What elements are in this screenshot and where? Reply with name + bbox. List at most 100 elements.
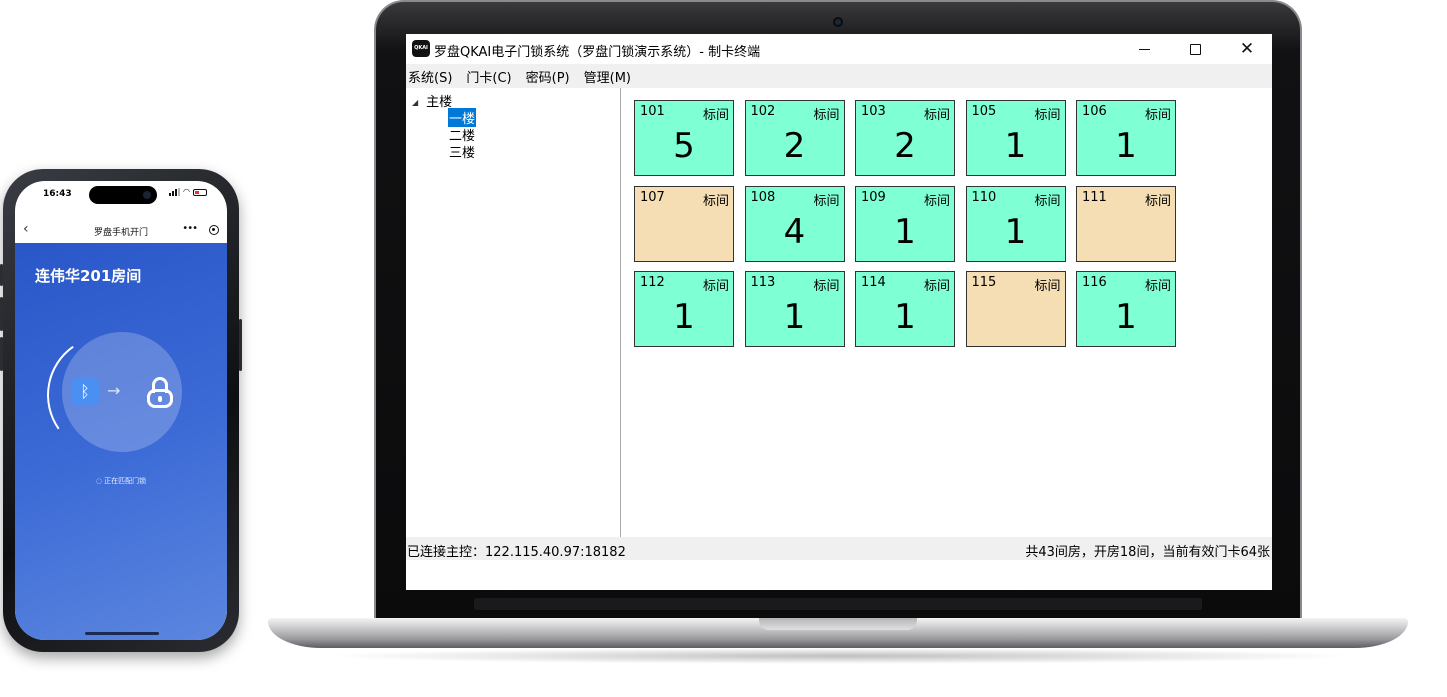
minimize-icon bbox=[1138, 48, 1150, 50]
room-grid: 101 标间 5 102 标间 2 103 标间 2 105 标间 1 106 标间 1 107 标间 108 标间… bbox=[622, 88, 1272, 537]
room-card-count: 1 bbox=[894, 211, 916, 252]
cellular-signal-icon bbox=[169, 188, 181, 196]
room-number: 111 bbox=[1082, 189, 1107, 205]
maximize-icon bbox=[1189, 43, 1201, 55]
room-card-count: 2 bbox=[783, 126, 806, 166]
room-number: 106 bbox=[1082, 104, 1107, 119]
bluetooth-icon: ᛒ bbox=[71, 378, 99, 406]
matching-status: ◌ 正在匹配门锁 bbox=[15, 476, 227, 486]
room-type: 标间 bbox=[813, 279, 840, 294]
arrow-right-icon: → bbox=[107, 381, 121, 400]
room-number: 108 bbox=[750, 189, 776, 205]
room-number: 116 bbox=[1082, 275, 1107, 290]
room-number: 110 bbox=[971, 189, 997, 205]
room-number: 109 bbox=[861, 189, 886, 205]
room-card-count: 1 bbox=[673, 297, 695, 337]
room-number: 105 bbox=[971, 104, 997, 119]
room-number: 102 bbox=[750, 104, 776, 119]
building-tree: ◢ 主楼 一楼 二楼 三楼 bbox=[406, 88, 621, 537]
connection-status: 已连接主控：122.115.40.97:18182 bbox=[407, 545, 626, 560]
expand-triangle-icon[interactable]: ◢ bbox=[412, 98, 418, 107]
phone-status-icons: ◠ bbox=[169, 188, 207, 196]
app-window: QKAI 罗盘QKAI电子门锁系统（罗盘门锁演示系统）- 制卡终端 ✕ 系统(S… bbox=[406, 34, 1272, 590]
matching-status-text: 正在匹配门锁 bbox=[104, 477, 147, 485]
laptop-opening-notch bbox=[759, 618, 917, 630]
laptop-shadow bbox=[320, 648, 1360, 664]
room-number: 107 bbox=[640, 189, 665, 205]
room-type: 标间 bbox=[1144, 193, 1171, 209]
tree-node-floor-3[interactable]: 三楼 bbox=[448, 142, 476, 161]
home-indicator[interactable] bbox=[85, 632, 159, 635]
app-logo-icon: QKAI bbox=[412, 40, 430, 57]
menu-system[interactable]: 系统(S) bbox=[406, 67, 459, 86]
room-type: 标间 bbox=[1034, 193, 1061, 209]
room-tile-112[interactable]: 112 标间 1 bbox=[634, 271, 734, 347]
room-card-count: 1 bbox=[894, 297, 916, 337]
phone-nav-bar: ‹ 罗盘手机开门 ••• bbox=[15, 219, 227, 243]
phone-screen: 16:43 ◠ ‹ 罗盘手机开门 ••• 连伟华201房间 ᛒ → ◌ 正在匹配… bbox=[15, 181, 227, 640]
room-type: 标间 bbox=[813, 193, 840, 209]
room-card-count: 1 bbox=[783, 297, 806, 337]
room-card-count: 1 bbox=[1004, 126, 1027, 166]
room-card-count: 1 bbox=[1115, 126, 1137, 166]
tree-node-main-building[interactable]: ◢ 主楼 bbox=[412, 91, 452, 110]
room-tile-108[interactable]: 108 标间 4 bbox=[744, 185, 845, 262]
room-tile-107[interactable]: 107 标间 bbox=[634, 185, 734, 262]
maximize-button[interactable] bbox=[1178, 38, 1212, 60]
room-number: 114 bbox=[861, 275, 886, 290]
room-type: 标间 bbox=[702, 193, 729, 209]
phone-volume-up bbox=[0, 297, 3, 331]
room-tile-103[interactable]: 103 标间 2 bbox=[855, 100, 955, 176]
room-tile-110[interactable]: 110 标间 1 bbox=[965, 185, 1066, 262]
title-bar[interactable]: QKAI 罗盘QKAI电子门锁系统（罗盘门锁演示系统）- 制卡终端 ✕ bbox=[406, 34, 1272, 64]
phone-power-button bbox=[239, 319, 242, 371]
room-type: 标间 bbox=[1144, 108, 1171, 123]
status-bar: 已连接主控：122.115.40.97:18182 共43间房，开房18间，当前… bbox=[406, 537, 1272, 560]
phone-room-title: 连伟华201房间 bbox=[35, 267, 142, 285]
room-type: 标间 bbox=[702, 279, 729, 294]
room-tile-106[interactable]: 106 标间 1 bbox=[1076, 100, 1176, 176]
menu-bar: 系统(S) 门卡(C) 密码(P) 管理(M) bbox=[406, 64, 1272, 88]
room-type: 标间 bbox=[1034, 108, 1061, 123]
room-tile-109[interactable]: 109 标间 1 bbox=[855, 185, 955, 262]
room-summary: 共43间房，开房18间，当前有效门卡64张 bbox=[1025, 545, 1270, 560]
laptop-bezel-bottom bbox=[474, 598, 1202, 610]
room-type: 标间 bbox=[923, 193, 950, 209]
window-title: 罗盘QKAI电子门锁系统（罗盘门锁演示系统）- 制卡终端 bbox=[434, 45, 761, 60]
menu-card[interactable]: 门卡(C) bbox=[464, 67, 518, 86]
room-tile-114[interactable]: 114 标间 1 bbox=[855, 271, 955, 347]
dynamic-island bbox=[89, 186, 157, 204]
menu-manage[interactable]: 管理(M) bbox=[582, 67, 638, 86]
phone-status-time: 16:43 bbox=[43, 189, 72, 199]
minimize-button[interactable] bbox=[1127, 38, 1161, 60]
room-type: 标间 bbox=[923, 279, 950, 294]
battery-icon bbox=[193, 188, 207, 196]
webcam-icon bbox=[833, 17, 843, 27]
more-options-icon[interactable]: ••• bbox=[182, 223, 198, 234]
room-card-count: 5 bbox=[673, 126, 695, 166]
room-number: 113 bbox=[750, 275, 776, 290]
room-type: 标间 bbox=[1144, 279, 1171, 294]
room-tile-101[interactable]: 101 标间 5 bbox=[634, 100, 734, 176]
room-type: 标间 bbox=[813, 108, 840, 123]
menu-password[interactable]: 密码(P) bbox=[524, 67, 577, 86]
room-card-count: 2 bbox=[894, 126, 916, 166]
room-number: 112 bbox=[640, 275, 665, 290]
room-type: 标间 bbox=[1034, 279, 1061, 294]
wifi-icon: ◠ bbox=[183, 187, 190, 196]
smartphone-mockup: 16:43 ◠ ‹ 罗盘手机开门 ••• 连伟华201房间 ᛒ → ◌ 正在匹配… bbox=[0, 169, 242, 652]
room-tile-116[interactable]: 116 标间 1 bbox=[1076, 271, 1176, 347]
close-icon: ✕ bbox=[1239, 39, 1255, 59]
close-button[interactable]: ✕ bbox=[1230, 38, 1264, 60]
room-tile-102[interactable]: 102 标间 2 bbox=[744, 100, 845, 176]
room-tile-111[interactable]: 111 标间 bbox=[1076, 185, 1176, 262]
room-card-count: 1 bbox=[1115, 297, 1137, 337]
phone-unlock-panel: 连伟华201房间 ᛒ → ◌ 正在匹配门锁 bbox=[15, 243, 227, 640]
room-tile-113[interactable]: 113 标间 1 bbox=[744, 271, 845, 347]
close-miniprogram-icon[interactable] bbox=[209, 225, 219, 235]
lock-icon bbox=[145, 377, 175, 409]
room-tile-105[interactable]: 105 标间 1 bbox=[965, 100, 1066, 176]
room-tile-115[interactable]: 115 标间 bbox=[965, 271, 1066, 347]
phone-volume-down bbox=[0, 337, 3, 371]
phone-side-button bbox=[0, 264, 3, 286]
